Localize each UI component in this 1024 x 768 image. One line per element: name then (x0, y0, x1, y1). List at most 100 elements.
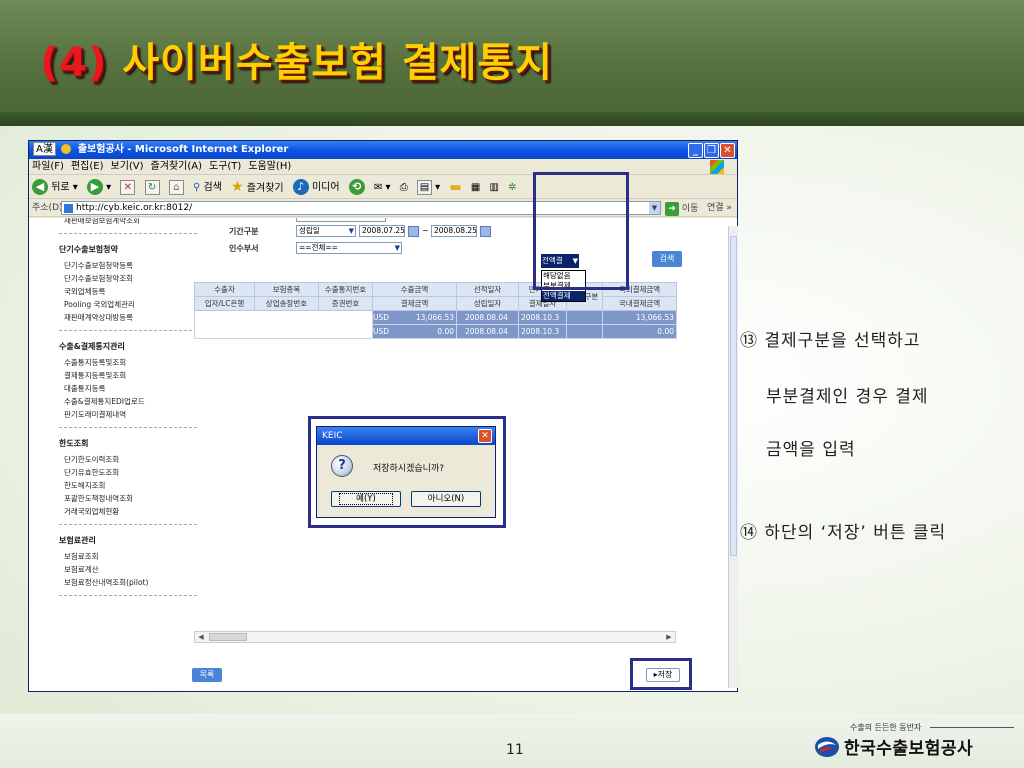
nav-item[interactable]: 재판매계약상대방등록 (59, 311, 197, 324)
minimize-icon[interactable]: _ (688, 143, 703, 158)
vertical-scrollbar[interactable] (728, 226, 738, 688)
mail-button[interactable]: ✉ ▾ (374, 176, 391, 200)
nav-item[interactable]: 결제통지등록및조회 (59, 369, 197, 382)
question-icon: ? (331, 455, 353, 477)
search-button[interactable]: 검색 (652, 251, 682, 267)
nav-item[interactable]: 단기수출보험청약조회 (59, 272, 197, 285)
nav-item-cut[interactable]: 재판매보험보험계약조회 (59, 218, 197, 227)
page-icon (64, 204, 73, 213)
menu-file[interactable]: 파일(F) (32, 161, 64, 172)
horizontal-scrollbar[interactable]: ◀ ▶ (194, 631, 676, 643)
print-icon: ⎙ (399, 182, 408, 193)
menu-tools[interactable]: 도구(T) (209, 161, 241, 172)
nav-item[interactable]: 포괄한도책정내역조회 (59, 492, 197, 505)
dept-select[interactable]: ==전체== ▼ (296, 242, 402, 254)
calendar-icon[interactable] (408, 226, 419, 237)
folder-button[interactable]: ▬ (449, 176, 461, 201)
date-cell[interactable]: 2008.08.04 (456, 324, 519, 339)
slide-header: (4) 사이버수출보험 결제통지 (0, 0, 1024, 126)
nav-item[interactable]: 판기도래미결제내역 (59, 408, 197, 421)
menu-view[interactable]: 보기(V) (111, 161, 144, 172)
scroll-thumb[interactable] (209, 633, 247, 641)
settle-amount-cell[interactable]: 13,066.53 (602, 310, 677, 325)
menu-help[interactable]: 도움말(H) (248, 161, 291, 172)
nav-group-title[interactable]: 단기수출보험청약 (59, 244, 197, 255)
nav-group-title[interactable]: 보험료관리 (59, 535, 197, 546)
settle-option-selected[interactable]: 전액결제 (542, 291, 585, 301)
nav-item[interactable]: Pooling 국외업체관리 (59, 298, 197, 311)
folder-icon: ▬ (449, 179, 462, 195)
cut-off-input[interactable] (296, 218, 386, 222)
settle-type-cell[interactable] (566, 324, 603, 339)
print-button[interactable]: ⎙ (400, 176, 408, 200)
history-button[interactable]: ⟲ (348, 176, 365, 200)
nav-item[interactable]: 수출&결제통지EDI업로드 (59, 395, 197, 408)
nav-item[interactable]: 보험료계산 (59, 563, 197, 576)
nav-item[interactable]: 수출통지등록및조회 (59, 356, 197, 369)
instruction-step-13-line3: 금액을 입력 (766, 440, 856, 460)
stop-button[interactable]: ✕ (120, 176, 136, 200)
calendar-icon[interactable] (480, 226, 491, 237)
period-select[interactable]: 성립일 ▼ (296, 225, 356, 237)
forward-button[interactable]: ▶ ▾ (86, 176, 111, 200)
address-dropdown-icon[interactable]: ▼ (649, 202, 660, 214)
close-icon[interactable]: ✕ (478, 429, 492, 443)
media-icon: ♪ (292, 179, 309, 195)
nav-item[interactable]: 단기수출보험청약등록 (59, 259, 197, 272)
refresh-button[interactable]: ↻ (144, 176, 160, 200)
no-button[interactable]: 아니오(N) (411, 491, 481, 507)
nav-item[interactable]: 보험료조회 (59, 550, 197, 563)
browser-titlebar[interactable]: A漢 출보험공사 - Microsoft Internet Explorer _… (29, 141, 737, 159)
date-cell[interactable]: 2008.08.04 (456, 310, 519, 325)
research-button[interactable]: ▥ (489, 176, 498, 200)
nav-item[interactable]: 국외업체등록 (59, 285, 197, 298)
col-header: 수출통지번호 (318, 282, 373, 297)
media-button[interactable]: ♪ 미디어 (292, 176, 340, 200)
restore-icon[interactable]: ❐ (704, 143, 719, 158)
links-button[interactable]: 연결 » (707, 199, 732, 217)
nav-item[interactable]: 한도해지조회 (59, 479, 197, 492)
date-from-input[interactable]: 2008.07.25 (359, 225, 405, 237)
menu-favorites[interactable]: 즐겨찾기(A) (151, 161, 202, 172)
dialog-titlebar[interactable]: KEIC (317, 427, 495, 445)
nav-divider (59, 330, 197, 331)
ime-indicator[interactable]: A漢 (33, 142, 56, 156)
favorites-label: 즐겨찾기 (246, 183, 284, 194)
edit-button[interactable]: ▤ ▾ (416, 176, 440, 200)
amount-cell[interactable]: USD 0.00 (372, 324, 457, 339)
messenger-button[interactable]: ✲ (508, 176, 516, 200)
search-button-toolbar[interactable]: ⚲ 검색 (193, 176, 222, 200)
date-to-input[interactable]: 2008.08.25 (431, 225, 477, 237)
nav-divider (59, 427, 197, 428)
research-icon: ▥ (489, 182, 499, 193)
nav-item[interactable]: 단기한도이력조회 (59, 453, 197, 466)
menu-edit[interactable]: 편집(E) (71, 161, 104, 172)
date-cell[interactable]: 2008.10.3 (518, 310, 567, 325)
scroll-right-icon[interactable]: ▶ (663, 632, 675, 642)
nav-item[interactable]: 거래국외업체현황 (59, 505, 197, 518)
media-label: 미디어 (311, 182, 340, 193)
col-header: 결제금액 (372, 296, 457, 311)
back-button[interactable]: ◀ 뒤로 ▾ (32, 176, 78, 200)
list-button[interactable]: 목록 (192, 668, 222, 682)
settle-amount-cell[interactable]: 0.00 (602, 324, 677, 339)
address-bar: 주소(D) http://cyb.keic.or.kr:8012/ ▼ ➜ 이동… (29, 199, 737, 217)
nav-item[interactable]: 대출통지등록 (59, 382, 197, 395)
date-cell[interactable]: 2008.10.3 (518, 324, 567, 339)
settle-type-cell[interactable] (566, 310, 603, 325)
go-button[interactable]: ➜ 이동 (665, 200, 698, 218)
amount-cell[interactable]: USD 13,066.53 (372, 310, 457, 325)
discuss-button[interactable]: ▦ (471, 176, 480, 200)
window-controls: _ ❐ ✕ (687, 142, 735, 160)
scroll-left-icon[interactable]: ◀ (195, 632, 207, 642)
nav-item[interactable]: 단기유효한도조회 (59, 466, 197, 479)
favorites-button[interactable]: ★ 즐겨찾기 (231, 175, 284, 201)
nav-group-title[interactable]: 한도조회 (59, 438, 197, 449)
nav-item[interactable]: 보험료정산내역조회(pilot) (59, 576, 197, 589)
home-button[interactable]: ⌂ (168, 176, 184, 200)
yes-button[interactable]: 예(Y) (331, 491, 401, 507)
nav-group-title[interactable]: 수출&결제통지관리 (59, 341, 197, 352)
table-row[interactable]: USD 13,066.53 2008.08.04 2008.10.3 13,066… (194, 310, 677, 339)
scroll-thumb[interactable] (730, 236, 737, 556)
close-icon[interactable]: ✕ (720, 143, 735, 158)
